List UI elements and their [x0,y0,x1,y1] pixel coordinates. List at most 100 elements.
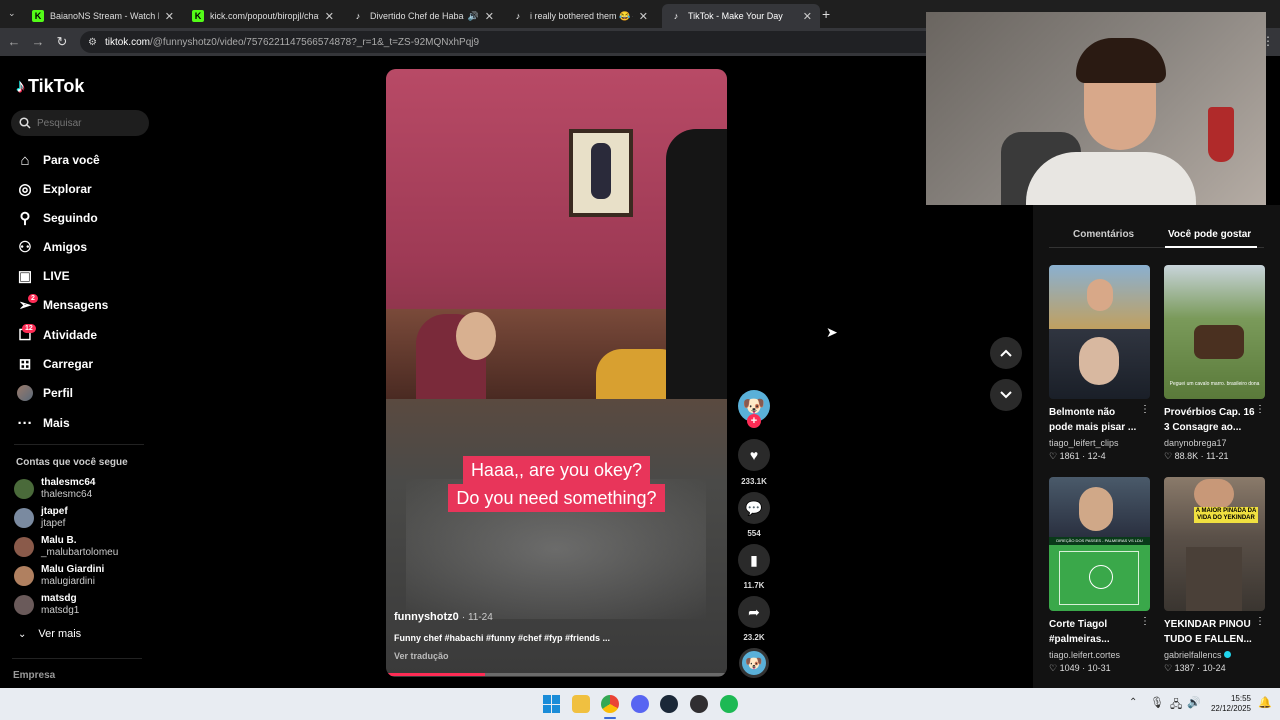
tray-chevron-up-icon[interactable]: ⌃ [1129,697,1137,708]
url-field[interactable]: ⚙ tiktok.com/@funnyshotz0/video/75762211… [80,31,940,53]
card-date: 10-31 [1087,663,1111,673]
card-author[interactable]: danynobrega17 [1164,438,1265,448]
tab-list-menu-icon[interactable]: ⌄ [8,8,16,19]
obs-icon[interactable] [690,695,708,713]
save-button[interactable]: ▮ [738,544,770,576]
translate-link[interactable]: Ver tradução [394,651,719,661]
next-video-button[interactable] [990,379,1022,411]
notification-icon[interactable]: 🔔 [1258,696,1272,709]
discord-icon[interactable] [631,695,649,713]
music-disc-avatar[interactable]: 🐶 [739,648,769,678]
divider [12,658,142,659]
network-icon[interactable]: 🖧 [1170,696,1182,715]
close-icon[interactable]: ✕ [485,10,494,23]
nav-upload[interactable]: ⊞ Carregar [16,355,93,373]
avatar [14,508,34,528]
volume-icon[interactable]: 🔊 [1187,696,1201,709]
file-explorer-icon[interactable] [572,695,590,713]
video-card[interactable]: A MAIOR PINADA DA VIDA DO YEKINDAR YEKIN… [1164,477,1265,674]
back-arrow-icon[interactable]: ← [2,34,26,49]
like-button[interactable]: ♥ [738,439,770,471]
video-player[interactable]: Haaa,, are you okey? Do you need somethi… [386,69,727,677]
nav-friends[interactable]: ⚇ Amigos [16,238,87,256]
following-account[interactable]: Malu Giardini malugiardini [14,564,104,588]
tab-title: Divertido Chef de Habachi [370,11,464,21]
webcam-overlay [926,12,1266,205]
tab-1[interactable]: K BaianoNS Stream - Watch Live ✕ [24,4,182,28]
card-meta: ♡ 1861 · 12-4 [1049,451,1106,461]
audio-playing-icon[interactable]: 🔊 [468,11,479,22]
spotify-icon[interactable] [720,695,738,713]
clock-date: 22/12/2025 [1210,704,1251,713]
tab-comments[interactable]: Comentários [1073,229,1134,240]
more-options-icon[interactable]: ⋮ [1255,404,1265,435]
card-author[interactable]: tiago.leifert.cortes [1049,650,1150,660]
clock[interactable]: 15:55 22/12/2025 [1205,694,1251,714]
thumbnail-banner: A MAIOR PINADA DA VIDA DO YEKINDAR [1194,507,1258,523]
following-account[interactable]: matsdg matsdg1 [14,593,79,617]
home-icon: ⌂ [20,151,30,169]
more-options-icon[interactable]: ⋮ [1140,616,1150,647]
new-tab-button[interactable]: + [822,6,830,22]
reload-icon[interactable]: ↻ [50,34,74,50]
search-box[interactable] [11,110,149,136]
tab-4[interactable]: ♪ i really bothered them 😂 #flo ✕ [504,4,656,28]
more-options-icon[interactable]: ⋮ [1255,616,1265,647]
nav-explore[interactable]: ◎ Explorar [16,180,91,198]
nav-label: Atividade [43,328,98,342]
tab-title: BaianoNS Stream - Watch Live [50,11,159,21]
video-thumbnail[interactable]: A MAIOR PINADA DA VIDA DO YEKINDAR [1164,477,1265,611]
video-card[interactable]: DIREÇÃO DOS PASSES - PALMEIRAS VS LDU Co… [1049,477,1150,674]
see-more-button[interactable]: ⌄ Ver mais [18,628,81,640]
share-button[interactable]: ➦ [738,596,770,628]
tab-2[interactable]: K kick.com/popout/biropjl/chat ✕ [184,4,342,28]
following-account[interactable]: thalesmc64 thalesmc64 [14,477,95,501]
video-thumbnail[interactable] [1049,265,1150,399]
search-input[interactable] [37,117,137,129]
nav-for-you[interactable]: ⌂ Para você [16,151,99,169]
tiktok-logo[interactable]: ♪ TikTok [16,76,84,97]
author-name[interactable]: funnyshotz0 [394,611,459,623]
card-author[interactable]: tiago_leifert_clips [1049,438,1150,448]
tab-you-may-like[interactable]: Você pode gostar [1168,229,1251,240]
tab-3[interactable]: ♪ Divertido Chef de Habachi 🔊 ✕ [344,4,502,28]
chrome-icon[interactable] [601,695,619,713]
footer-link-company[interactable]: Empresa [13,670,55,681]
nav-profile[interactable]: Perfil [16,384,73,402]
card-date: 12-4 [1087,451,1106,461]
following-account[interactable]: Malu B. _malubartolomeu [14,535,118,559]
author-handle: gabrielfallencs [1164,650,1222,660]
progress-track[interactable] [386,673,727,676]
card-date: 11-21 [1206,451,1229,461]
video-description: Funny chef #habachi #funny #chef #fyp #f… [394,633,611,643]
close-icon[interactable]: ✕ [803,10,812,23]
nav-live[interactable]: ▣ LIVE [16,267,70,285]
progress-fill [386,673,485,676]
tab-title: kick.com/popout/biropjl/chat [210,11,319,21]
video-card[interactable]: Peguei um cavalo marro. brasileiro dona … [1164,265,1265,462]
friends-icon: ⚇ [18,239,32,256]
close-icon[interactable]: ✕ [165,10,174,23]
more-options-icon[interactable]: ⋮ [1140,404,1150,435]
card-author[interactable]: gabrielfallencs [1164,650,1265,660]
following-account[interactable]: jtapef jtapef [14,506,68,530]
tab-5-active[interactable]: ♪ TikTok - Make Your Day ✕ [662,4,820,28]
account-name: Malu Giardini [41,564,105,575]
steam-icon[interactable] [660,695,678,713]
video-thumbnail[interactable]: Peguei um cavalo marro. brasileiro dona [1164,265,1265,399]
windows-start-icon[interactable] [543,695,561,713]
nav-following[interactable]: ⚲ Seguindo [16,209,98,227]
follow-plus-icon[interactable]: + [747,414,761,428]
site-settings-icon[interactable]: ⚙ [88,37,97,48]
heart-icon: ♥ [749,447,759,463]
close-icon[interactable]: ✕ [639,10,648,23]
video-thumbnail[interactable]: DIREÇÃO DOS PASSES - PALMEIRAS VS LDU [1049,477,1150,611]
previous-video-button[interactable] [990,337,1022,369]
account-name: Malu B. [41,535,77,546]
video-card[interactable]: Belmonte não pode mais pisar ... ⋮ tiago_… [1049,265,1150,462]
comment-button[interactable]: 💬 [738,492,770,524]
close-icon[interactable]: ✕ [325,10,334,23]
nav-more[interactable]: ··· Mais [16,414,70,432]
microphone-icon[interactable]: 🎙 [1150,696,1164,709]
forward-arrow-icon[interactable]: → [26,34,50,49]
